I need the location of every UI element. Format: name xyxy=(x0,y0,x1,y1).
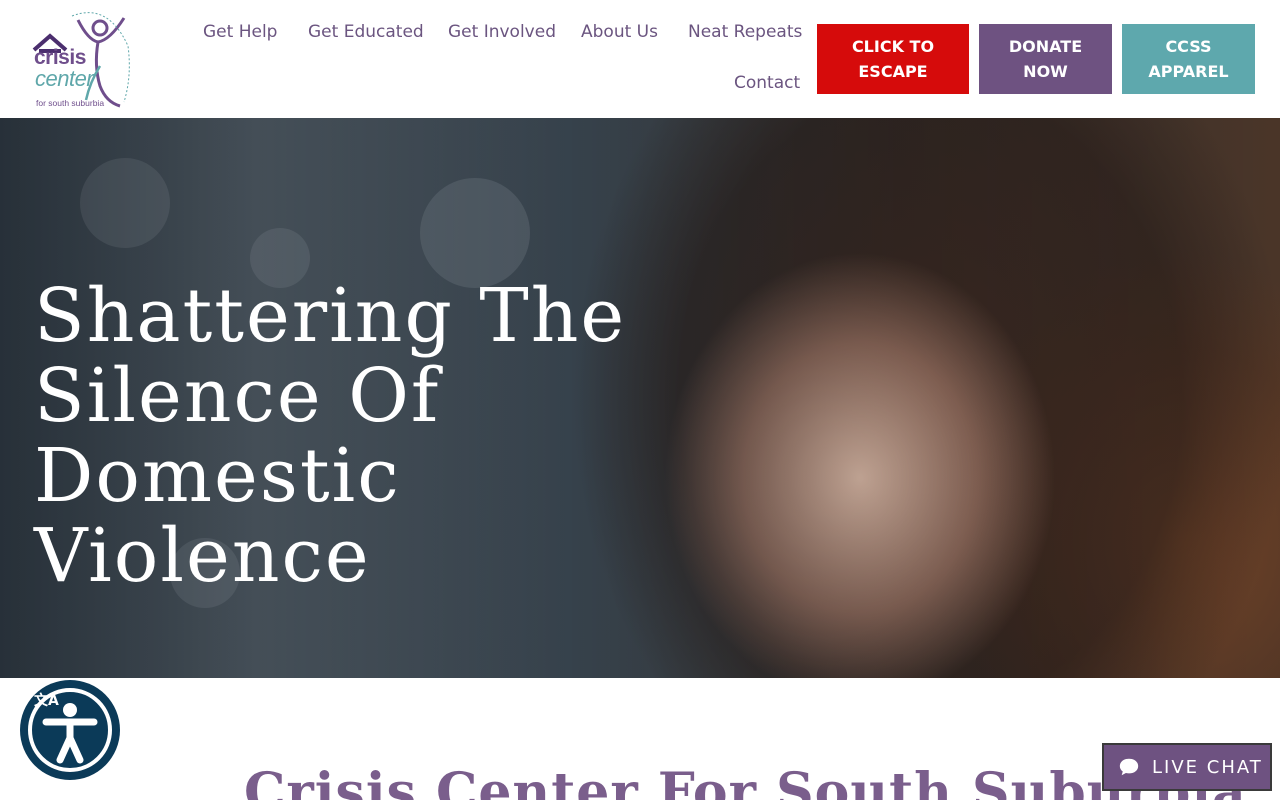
hero-title: Shattering The Silence Of Domestic Viole… xyxy=(34,273,627,599)
nav-about-us[interactable]: About Us xyxy=(581,22,658,42)
hero-banner: Shattering The Silence Of Domestic Viole… xyxy=(0,118,1280,678)
translate-icon[interactable]: 文A xyxy=(34,690,59,710)
site-header: crisis center for south suburbia Get Hel… xyxy=(0,0,1280,118)
site-logo[interactable]: crisis center for south suburbia xyxy=(28,6,132,112)
accessibility-widget-button[interactable]: 文A xyxy=(20,680,120,780)
logo-center-text: center xyxy=(35,66,94,91)
live-chat-button[interactable]: LIVE CHAT xyxy=(1102,743,1272,791)
nav-get-help[interactable]: Get Help xyxy=(203,22,277,42)
click-to-escape-button[interactable]: CLICK TO ESCAPE xyxy=(817,24,969,94)
section-title: Crisis Center For South Suburbia xyxy=(244,762,1247,800)
nav-get-educated[interactable]: Get Educated xyxy=(308,22,424,42)
live-chat-label: LIVE CHAT xyxy=(1152,756,1263,778)
chat-bubble-icon xyxy=(1119,758,1139,776)
donate-now-button[interactable]: DONATE NOW xyxy=(979,24,1112,94)
logo-subtitle: for south suburbia xyxy=(36,98,105,108)
nav-contact[interactable]: Contact xyxy=(734,73,800,93)
nav-get-involved[interactable]: Get Involved xyxy=(448,22,556,42)
nav-neat-repeats[interactable]: Neat Repeats xyxy=(688,22,802,42)
ccss-apparel-button[interactable]: CCSS APPAREL xyxy=(1122,24,1255,94)
